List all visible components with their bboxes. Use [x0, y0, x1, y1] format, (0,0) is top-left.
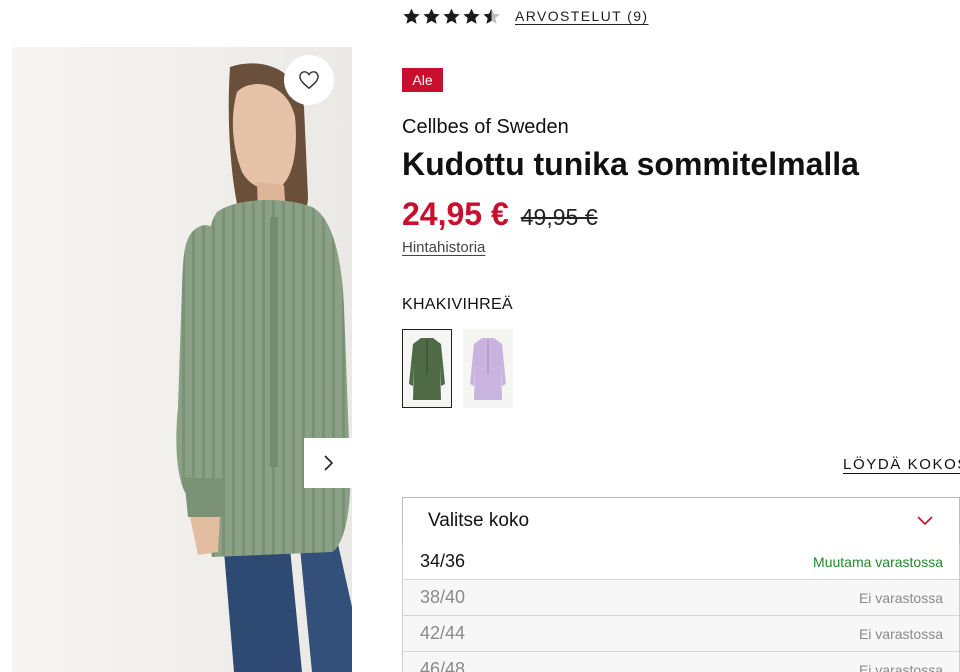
- star-icon: [463, 8, 480, 24]
- product-title: Kudottu tunika sommitelmalla: [402, 146, 859, 182]
- size-select-label: Valitse koko: [428, 510, 530, 531]
- product-image[interactable]: [12, 47, 352, 672]
- chevron-right-icon: [324, 455, 334, 471]
- stock-status: Muutama varastossa: [813, 553, 943, 570]
- tunic-thumbnail-lilac: [470, 337, 506, 400]
- tunic-thumbnail-green: [409, 337, 445, 400]
- sale-badge: Ale: [402, 68, 443, 92]
- next-image-button[interactable]: [304, 438, 352, 488]
- size-option[interactable]: 38/40 Ei varastossa: [403, 580, 959, 616]
- favorite-button[interactable]: [284, 55, 334, 105]
- brand-name: Cellbes of Sweden: [402, 116, 569, 138]
- price-history-link[interactable]: Hintahistoria: [402, 239, 485, 256]
- find-size-link[interactable]: LÖYDÄ KOKOSI: [843, 456, 960, 473]
- selected-color-name: KHAKIVIHREÄ: [402, 296, 513, 313]
- stock-status: Ei varastossa: [858, 589, 943, 606]
- size-value: 38/40: [420, 587, 466, 607]
- stock-status: Ei varastossa: [858, 661, 943, 672]
- size-value: 46/48: [420, 659, 466, 672]
- original-price: 49,95 €: [520, 204, 598, 230]
- stock-status: Ei varastossa: [858, 625, 943, 642]
- color-swatch-lilac[interactable]: [463, 329, 513, 408]
- star-icon: [443, 8, 460, 24]
- half-star-icon: [483, 8, 500, 24]
- rating-stars: [402, 7, 501, 26]
- sale-price: 24,95 €: [402, 196, 509, 232]
- size-value: 34/36: [420, 551, 466, 571]
- size-select[interactable]: Valitse koko: [402, 497, 960, 545]
- heart-icon: [299, 71, 319, 90]
- size-value: 42/44: [420, 623, 466, 643]
- size-option[interactable]: 42/44 Ei varastossa: [403, 616, 959, 652]
- reviews-link[interactable]: ARVOSTELUT (9): [515, 8, 648, 24]
- color-swatch-khaki-green[interactable]: [402, 329, 452, 408]
- size-option[interactable]: 34/36 Muutama varastossa: [403, 544, 959, 580]
- model-photo: [12, 47, 352, 672]
- rating-row: ARVOSTELUT (9): [402, 4, 648, 28]
- chevron-down-icon: [917, 516, 933, 526]
- star-icon: [403, 8, 420, 24]
- size-option[interactable]: 46/48 Ei varastossa: [403, 652, 959, 672]
- star-icon: [423, 8, 440, 24]
- price-row: 24,95 € 49,95 €: [402, 196, 598, 233]
- size-options-list: 34/36 Muutama varastossa 38/40 Ei varast…: [402, 544, 960, 672]
